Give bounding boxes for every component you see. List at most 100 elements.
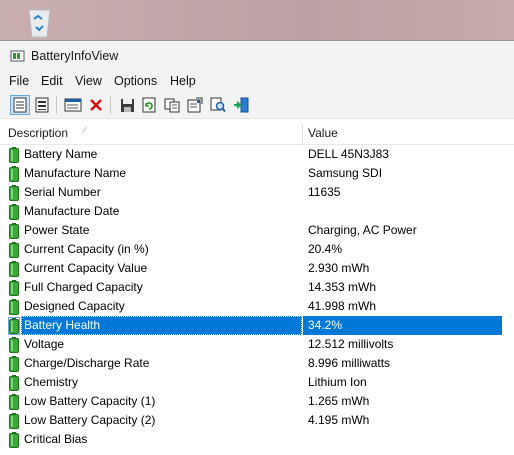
list-row[interactable]: Current Capacity Value 2.930 mWh	[0, 259, 514, 278]
battery-app-icon	[10, 49, 25, 63]
list-row[interactable]: Current Capacity (in %) 20.4%	[0, 240, 514, 259]
menu-bar: File Edit View Options Help	[0, 71, 514, 92]
row-value: 2.930 mWh	[308, 261, 370, 275]
copy-icon	[164, 98, 180, 112]
title-bar[interactable]: BatteryInfoView	[0, 41, 514, 71]
row-description: Current Capacity (in %)	[24, 242, 149, 256]
refresh-button[interactable]	[139, 95, 159, 115]
row-description: Full Charged Capacity	[24, 280, 143, 294]
row-value: 8.996 milliwatts	[308, 356, 391, 370]
options-button[interactable]	[185, 95, 205, 115]
list-row[interactable]: Voltage 12.512 millivolts	[0, 335, 514, 354]
battery-icon	[8, 317, 20, 335]
row-value: 4.195 mWh	[308, 413, 370, 427]
list-row[interactable]: Battery Name DELL 45N3J83	[0, 145, 514, 164]
row-value: 20.4%	[308, 242, 343, 256]
list-header: Description ⁄ Value	[0, 121, 514, 145]
recycle-bin-icon[interactable]	[21, 4, 58, 38]
sort-ascending-icon: ⁄	[84, 126, 86, 135]
column-divider[interactable]	[302, 123, 303, 145]
list-row[interactable]: Battery Health 34.2%	[0, 316, 514, 335]
exit-button[interactable]	[231, 95, 251, 115]
desktop-background	[0, 0, 514, 40]
menu-help[interactable]: Help	[169, 74, 197, 88]
list-row[interactable]: Designed Capacity 41.998 mWh	[0, 297, 514, 316]
list-row[interactable]: Charge/Discharge Rate 8.996 milliwatts	[0, 354, 514, 373]
row-description: Power State	[24, 223, 90, 237]
log-window-button[interactable]	[63, 95, 83, 115]
list-row[interactable]: Low Battery Capacity (2) 4.195 mWh	[0, 411, 514, 430]
list-row[interactable]: Manufacture Name Samsung SDI	[0, 164, 514, 183]
battery-icon	[9, 356, 19, 372]
find-button[interactable]	[208, 95, 228, 115]
toolbar-separator	[110, 96, 111, 114]
row-description: Low Battery Capacity (2)	[24, 413, 156, 427]
list-icon	[35, 97, 49, 113]
column-header-description[interactable]: Description	[8, 121, 68, 145]
row-description: Designed Capacity	[24, 299, 125, 313]
row-description: Battery Health	[24, 318, 101, 332]
row-description: Current Capacity Value	[24, 261, 148, 275]
row-value: 34.2%	[308, 318, 343, 332]
battery-icon	[9, 375, 19, 391]
row-description: Battery Name	[24, 147, 98, 161]
row-description: Serial Number	[24, 185, 101, 199]
battery-icon	[9, 185, 19, 201]
battery-icon	[9, 223, 19, 239]
properties-sheet-icon	[187, 97, 203, 113]
row-value: Charging, AC Power	[308, 223, 417, 237]
floppy-disk-icon	[120, 98, 134, 112]
battery-icon	[9, 147, 19, 163]
properties-view-button[interactable]	[10, 95, 30, 115]
toolbar-separator	[56, 96, 57, 114]
window-icon	[64, 98, 82, 112]
menu-options[interactable]: Options	[113, 74, 158, 88]
battery-icon	[9, 166, 19, 182]
row-description: Charge/Discharge Rate	[24, 356, 150, 370]
row-value: 11635	[308, 185, 341, 199]
row-description: Manufacture Name	[24, 166, 127, 180]
menu-edit[interactable]: Edit	[40, 74, 64, 88]
list-row[interactable]: Serial Number 11635	[0, 183, 514, 202]
row-value: DELL 45N3J83	[308, 147, 389, 161]
save-button[interactable]	[117, 95, 137, 115]
row-description: Chemistry	[24, 375, 79, 389]
row-value: 14.353 mWh	[308, 280, 377, 294]
list-row[interactable]: Full Charged Capacity 14.353 mWh	[0, 278, 514, 297]
row-value: Samsung SDI	[308, 166, 383, 180]
row-value: 41.998 mWh	[308, 299, 377, 313]
list-row[interactable]: Power State Charging, AC Power	[0, 221, 514, 240]
list-row[interactable]: Low Battery Capacity (1) 1.265 mWh	[0, 392, 514, 411]
menu-view[interactable]: View	[74, 74, 103, 88]
list-row[interactable]: Chemistry Lithium Ion	[0, 373, 514, 392]
red-x-icon	[90, 99, 102, 111]
menu-file[interactable]: File	[8, 74, 30, 88]
copy-button[interactable]	[162, 95, 182, 115]
battery-icon	[9, 432, 19, 448]
refresh-icon	[142, 97, 156, 113]
delete-button[interactable]	[86, 95, 106, 115]
list-row[interactable]: Manufacture Date	[0, 202, 514, 221]
row-description: Manufacture Date	[24, 204, 120, 218]
property-list: Battery Name DELL 45N3J83 Manufacture Name…	[0, 145, 514, 449]
battery-icon	[9, 280, 19, 296]
row-description: Critical Bias	[24, 432, 88, 446]
list-row[interactable]: Critical Bias	[0, 430, 514, 449]
row-value: 1.265 mWh	[308, 394, 370, 408]
list-view-button[interactable]	[32, 95, 52, 115]
row-description: Low Battery Capacity (1)	[24, 394, 156, 408]
properties-icon	[13, 97, 27, 113]
row-description: Voltage	[24, 337, 65, 351]
find-icon	[210, 97, 226, 113]
battery-icon	[9, 261, 19, 277]
row-value: 12.512 millivolts	[308, 337, 394, 351]
battery-icon	[9, 242, 19, 258]
window-title: BatteryInfoView	[31, 49, 119, 63]
battery-icon	[9, 299, 19, 315]
column-header-value[interactable]: Value	[308, 121, 338, 145]
app-window: BatteryInfoView File Edit View Options H…	[0, 40, 514, 455]
toolbar	[0, 92, 514, 119]
battery-icon	[9, 337, 19, 353]
row-value: Lithium Ion	[308, 375, 367, 389]
battery-icon	[9, 413, 19, 429]
